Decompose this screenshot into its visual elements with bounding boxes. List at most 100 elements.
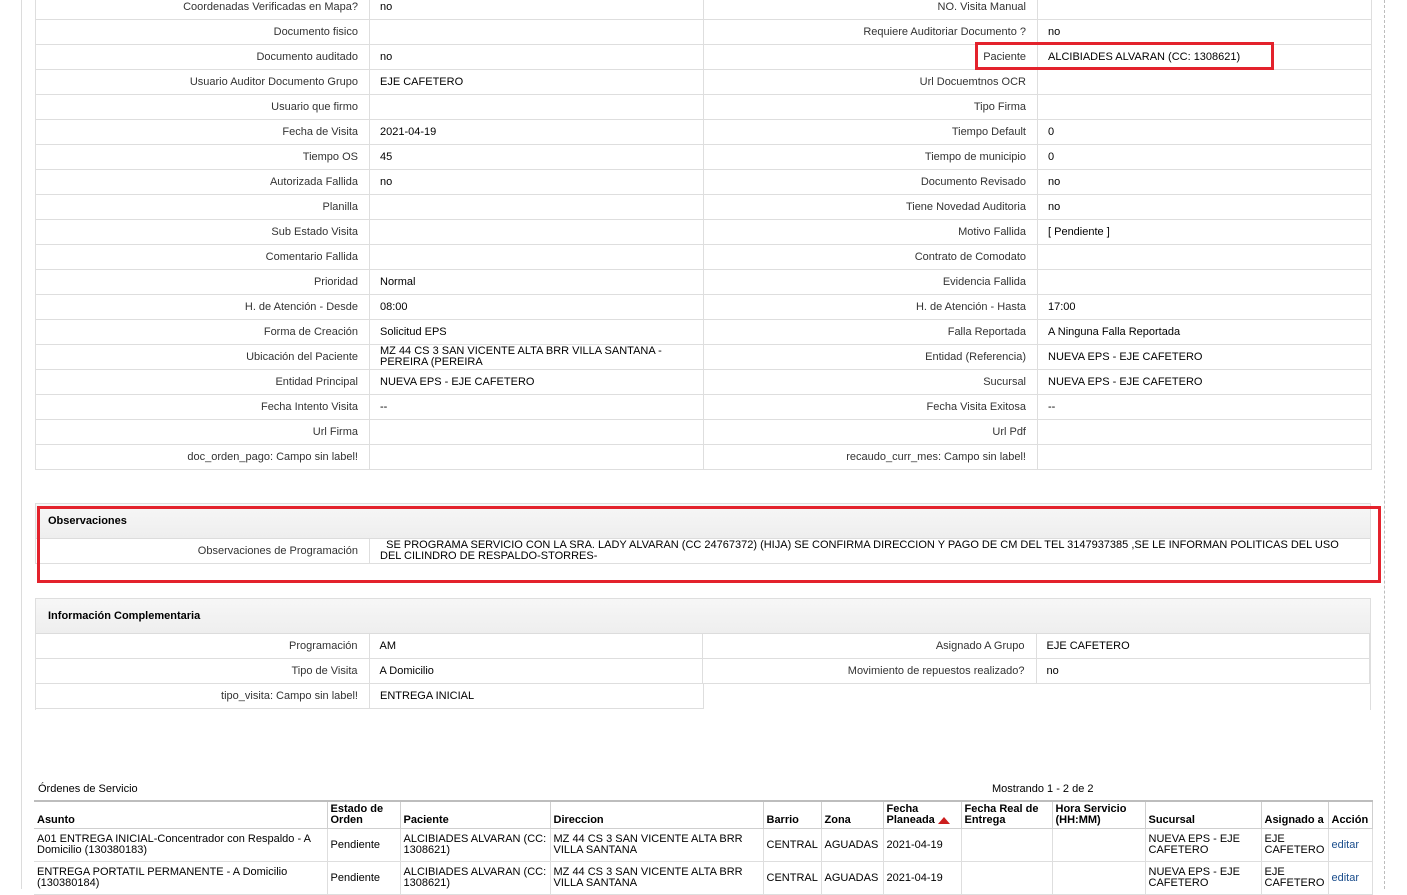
detail-row: Planilla Tiene Novedad Auditoria no <box>36 195 1372 220</box>
label-comentario-fallida: Comentario Fallida <box>36 245 370 270</box>
value-prioridad: Normal <box>370 270 704 295</box>
col-header-label: Zona <box>824 814 851 826</box>
value-tipo-firma <box>1038 95 1372 120</box>
label-tipo-firma: Tipo Firma <box>704 95 1038 120</box>
value-asignado-a-grupo: EJE CAFETERO <box>1036 634 1370 659</box>
value-requiere-auditoriar-documento: no <box>1038 20 1372 45</box>
value-documento-auditado: no <box>370 45 704 70</box>
value-motivo-fallida: [ Pendiente ] <box>1038 220 1372 245</box>
col-header-hora-servicio-hh-mm[interactable]: Hora Servicio (HH:MM) <box>1052 800 1146 829</box>
cell-paciente: ALCIBIADES ALVARAN (CC: 1308621) <box>400 861 551 895</box>
value-paciente: ALCIBIADES ALVARAN (CC: 1308621) <box>1038 45 1372 70</box>
value-fecha-intento-visita: -- <box>370 395 704 420</box>
label-fecha-de-visita: Fecha de Visita <box>36 120 370 145</box>
col-header-paciente[interactable]: Paciente <box>400 800 551 829</box>
value-h-de-atencion-hasta: 17:00 <box>1038 295 1372 320</box>
table-row: A01 ENTREGA INICIAL-Concentrador con Res… <box>34 828 1373 862</box>
detail-row: Url Firma Url Pdf <box>36 420 1372 445</box>
detail-row: doc_orden_pago: Campo sin label! recaudo_… <box>36 445 1372 470</box>
value-tiempo-default: 0 <box>1038 120 1372 145</box>
label-documento-revisado: Documento Revisado <box>704 170 1038 195</box>
col-header-label: Paciente <box>403 814 449 826</box>
label-tipo-de-visita: Tipo de Visita <box>36 659 370 684</box>
cell-fecha-real-de-entrega <box>961 861 1053 895</box>
label-documento-auditado: Documento auditado <box>36 45 370 70</box>
value-contrato-de-comodato <box>1038 245 1372 270</box>
observaciones-section: Observaciones Observaciones de Programac… <box>35 503 1371 564</box>
value-movimiento-de-repuestos-realizado: no <box>1036 659 1370 684</box>
cell-fecha-real-de-entrega <box>961 828 1053 862</box>
table-row: ENTREGA PORTATIL PERMANENTE - A Domicili… <box>34 861 1373 895</box>
label-asignado-a-grupo: Asignado A Grupo <box>703 634 1037 659</box>
col-header-label: Direccion <box>553 814 604 826</box>
label-tipo-visita-campo-sin-label: tipo_visita: Campo sin label! <box>36 684 370 709</box>
col-header-zona[interactable]: Zona <box>821 800 884 829</box>
col-header-label: Barrio <box>766 814 799 826</box>
cell-sucursal: NUEVA EPS - EJE CAFETERO <box>1145 861 1262 895</box>
cell-hora-servicio-hh-mm <box>1052 828 1146 862</box>
value-planilla <box>370 195 704 220</box>
value-tiene-novedad-auditoria: no <box>1038 195 1372 220</box>
cell-barrio: CENTRAL <box>763 828 822 862</box>
comp-row: Tipo de Visita A Domicilio Movimiento de r… <box>36 659 1370 684</box>
label-entidad-principal: Entidad Principal <box>36 370 370 395</box>
edit-link[interactable]: editar <box>1328 861 1373 895</box>
label-url-firma: Url Firma <box>36 420 370 445</box>
cell-asunto: ENTREGA PORTATIL PERMANENTE - A Domicili… <box>34 861 328 895</box>
label-usuario-auditor-documento-grupo: Usuario Auditor Documento Grupo <box>36 70 370 95</box>
detail-row: Forma de Creación Solicitud EPS Falla Repo… <box>36 320 1372 345</box>
col-header-direccion[interactable]: Direccion <box>550 800 764 829</box>
label-forma-de-creacion: Forma de Creación <box>36 320 370 345</box>
edit-link[interactable]: editar <box>1328 828 1373 862</box>
label-fecha-intento-visita: Fecha Intento Visita <box>36 395 370 420</box>
observaciones-header: Observaciones <box>36 504 1370 539</box>
value-sub-estado-visita <box>370 220 704 245</box>
label-planilla: Planilla <box>36 195 370 220</box>
label-h-de-atencion-desde: H. de Atención - Desde <box>36 295 370 320</box>
detail-row: Sub Estado Visita Motivo Fallida[ Pendien… <box>36 220 1372 245</box>
value-tiempo-os: 45 <box>370 145 704 170</box>
label-sub-estado-visita: Sub Estado Visita <box>36 220 370 245</box>
detail-row: Documento auditado no Paciente ALCIBIADES A… <box>36 45 1372 70</box>
label-contrato-de-comodato: Contrato de Comodato <box>704 245 1038 270</box>
observaciones-row: Observaciones de Programación SE PROGRAM… <box>36 539 1370 564</box>
col-header-asunto[interactable]: Asunto <box>34 800 328 829</box>
value-entidad-principal: NUEVA EPS - EJE CAFETERO <box>370 370 704 395</box>
value-usuario-que-firmo <box>370 95 704 120</box>
detail-row: Entidad Principal NUEVA EPS - EJE CAFETER… <box>36 370 1372 395</box>
cell-estado-de-orden: Pendiente <box>327 828 401 862</box>
label-url-pdf: Url Pdf <box>704 420 1038 445</box>
cell-sucursal: NUEVA EPS - EJE CAFETERO <box>1145 828 1262 862</box>
label-evidencia-fallida: Evidencia Fallida <box>704 270 1038 295</box>
col-header-fecha-real-de-entrega[interactable]: Fecha Real de Entrega <box>961 800 1053 829</box>
orders-count: Mostrando 1 - 2 de 2 <box>992 783 1094 795</box>
value-url-firma <box>370 420 704 445</box>
col-header-label: Asignado a <box>1264 814 1324 826</box>
value-forma-de-creacion: Solicitud EPS <box>370 320 704 345</box>
sort-ascending-triangle-icon <box>937 816 950 824</box>
value-falla-reportada: A Ninguna Falla Reportada <box>1038 320 1372 345</box>
col-header-barrio[interactable]: Barrio <box>763 800 822 829</box>
value-sucursal: NUEVA EPS - EJE CAFETERO <box>1038 370 1372 395</box>
complementaria-section: Información Complementaria Programación A… <box>35 598 1371 710</box>
label-falla-reportada: Falla Reportada <box>704 320 1038 345</box>
detail-row: Comentario Fallida Contrato de Comodato <box>36 245 1372 270</box>
cell-asunto: A01 ENTREGA INICIAL-Concentrador con Res… <box>34 828 328 862</box>
col-header-estado-de-orden[interactable]: Estado de Orden <box>327 800 401 829</box>
value-recaudo-curr-mes-campo-sin-label <box>1038 445 1372 470</box>
cell-zona: AGUADAS <box>821 861 884 895</box>
col-header-label: Sucursal <box>1148 814 1195 826</box>
col-header-accion[interactable]: Acción <box>1328 800 1373 829</box>
col-header-fecha-planeada[interactable]: Fecha Planeada <box>883 800 962 829</box>
col-header-asignado-a[interactable]: Asignado a <box>1261 800 1329 829</box>
cell-direccion: MZ 44 CS 3 SAN VICENTE ALTA BRR VILLA SA… <box>550 861 764 895</box>
observaciones-value: SE PROGRAMA SERVICIO CON LA SRA. LADY AL… <box>370 539 1370 564</box>
col-header-sucursal[interactable]: Sucursal <box>1145 800 1262 829</box>
label-autorizada-fallida: Autorizada Fallida <box>36 170 370 195</box>
value-comentario-fallida <box>370 245 704 270</box>
value-tiempo-de-municipio: 0 <box>1038 145 1372 170</box>
col-header-label: Fecha Real de Entrega <box>964 803 1039 826</box>
label-sucursal: Sucursal <box>704 370 1038 395</box>
label-movimiento-de-repuestos-realizado: Movimiento de repuestos realizado? <box>703 659 1037 684</box>
cell-hora-servicio-hh-mm <box>1052 861 1146 895</box>
